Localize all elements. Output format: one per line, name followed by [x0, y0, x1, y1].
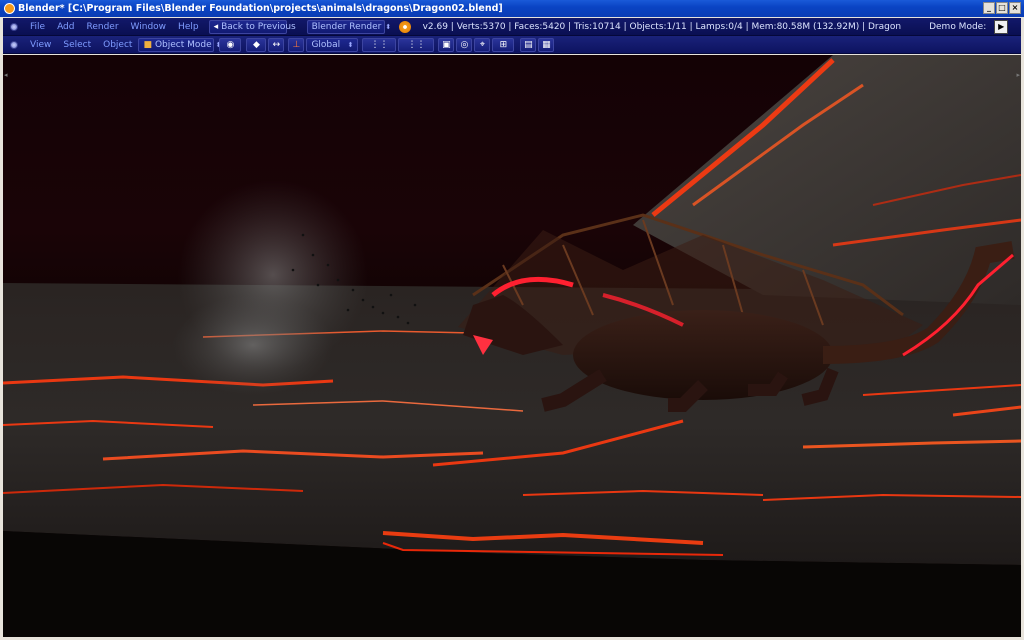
menu-file[interactable]: File: [24, 22, 51, 32]
info-header: File Add Render Window Help ◂ Back to Pr…: [3, 18, 1021, 36]
layers-grid-icon[interactable]: ⋮⋮: [362, 37, 397, 52]
chevron-updown-icon: ⬍: [385, 22, 392, 31]
proportional-edit-icon[interactable]: ◎: [456, 37, 473, 52]
mode-select[interactable]: ■ Object Mode ⬍: [138, 37, 222, 52]
back-to-previous-label: Back to Previous: [221, 21, 296, 32]
demo-mode-label: Demo Mode:: [929, 21, 987, 32]
pivot-point-icon[interactable]: ◆: [246, 37, 267, 52]
toolbar-expand-icon[interactable]: ◂: [4, 71, 8, 79]
scene-stats: v2.69 | Verts:5370 | Faces:5420 | Tris:1…: [422, 21, 902, 32]
render-image-icon[interactable]: ▤: [520, 37, 537, 52]
menu-add[interactable]: Add: [51, 22, 80, 32]
menu-object[interactable]: Object: [97, 40, 138, 50]
manipulator-icon[interactable]: ↔: [268, 37, 285, 52]
window-title: Blender* [C:\Program Files\Blender Found…: [18, 3, 503, 14]
render-engine-value: Blender Render: [311, 21, 382, 32]
view3d-header: View Select Object ■ Object Mode ⬍ ◉ ◆ ↔…: [3, 36, 1021, 54]
render-animation-icon[interactable]: ▦: [538, 37, 555, 52]
menu-select[interactable]: Select: [57, 40, 97, 50]
editor-type-icon[interactable]: [10, 40, 18, 49]
3d-viewport[interactable]: ◂ ▸: [3, 55, 1021, 637]
menu-view[interactable]: View: [24, 40, 57, 50]
transform-axis-icon[interactable]: ⊥: [288, 37, 305, 52]
back-to-previous-button[interactable]: ◂ Back to Previous: [208, 19, 296, 34]
blender-logo-icon: [4, 3, 15, 14]
maximize-button[interactable]: □: [996, 2, 1008, 14]
close-button[interactable]: ×: [1009, 2, 1021, 14]
snap-icon[interactable]: ⌖: [474, 37, 491, 52]
menu-help[interactable]: Help: [172, 22, 205, 32]
layer-lock-icon[interactable]: ▣: [438, 37, 455, 52]
snap-element-icon[interactable]: ⊞: [492, 37, 515, 52]
minimize-button[interactable]: _: [983, 2, 995, 14]
render-engine-select[interactable]: Blender Render ⬍: [306, 19, 391, 34]
mode-value: Object Mode: [154, 39, 212, 50]
orientation-value: Global: [311, 39, 341, 50]
back-arrow-icon: ◂: [213, 21, 219, 32]
viewport-scene: [3, 55, 1021, 637]
properties-expand-icon[interactable]: ▸: [1016, 71, 1020, 79]
layers-grid-icon-2[interactable]: ⋮⋮: [398, 37, 435, 52]
viewport-shading-icon[interactable]: ◉: [219, 37, 242, 52]
title-bar[interactable]: Blender* [C:\Program Files\Blender Found…: [0, 0, 1024, 17]
blender-logo-icon: [398, 20, 411, 33]
window-controls: _ □ ×: [983, 2, 1021, 14]
menu-window[interactable]: Window: [125, 22, 173, 32]
menu-render[interactable]: Render: [81, 22, 125, 32]
cube-icon: ■: [143, 39, 152, 50]
transform-orientation-select[interactable]: Global ⬍: [306, 37, 359, 52]
editor-type-icon[interactable]: [10, 22, 18, 31]
chevron-updown-icon: ⬍: [347, 40, 354, 49]
blender-window: Blender* [C:\Program Files\Blender Found…: [0, 0, 1024, 640]
play-icon[interactable]: ▶: [994, 19, 1009, 34]
